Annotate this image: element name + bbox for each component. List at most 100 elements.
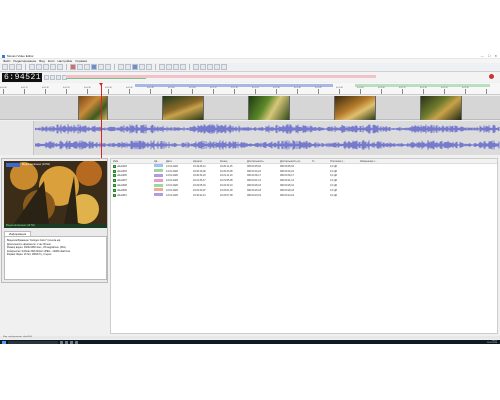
clip-name: ubie0003 — [117, 164, 127, 168]
color-cell — [154, 183, 166, 188]
crop-icon[interactable] — [214, 64, 220, 70]
marker-icon[interactable] — [146, 64, 152, 70]
column-header-duration-2[interactable]: Длительность (в... — [280, 160, 312, 163]
gain-cell: 0,0 дБ — [330, 164, 337, 168]
close-icon[interactable]: ✕ — [494, 54, 497, 58]
video-clip[interactable] — [334, 96, 376, 120]
unlink-icon[interactable] — [207, 64, 213, 70]
column-header-color[interactable]: Цв... — [154, 160, 166, 163]
video-clip[interactable] — [78, 96, 108, 120]
end-cell: 16:23:01,00 — [220, 188, 233, 192]
clip-name: ubie0008 — [117, 184, 127, 188]
play-icon[interactable] — [44, 74, 49, 80]
checkbox-icon[interactable] — [113, 169, 116, 173]
redo-icon[interactable] — [36, 64, 42, 70]
toolbar-divider — [114, 64, 115, 70]
snap-icon[interactable] — [139, 64, 145, 70]
date-cell: 13.01.2020 — [166, 164, 178, 168]
windows-start-icon[interactable] — [2, 340, 6, 344]
color-icon[interactable] — [221, 64, 227, 70]
fit-icon[interactable] — [132, 64, 138, 70]
system-tray: 16:21 13.01.2020 — [487, 340, 500, 344]
checkbox-icon[interactable] — [113, 164, 116, 168]
video-clip[interactable] — [162, 96, 204, 120]
duration-cell: 000:00:26,16 — [247, 184, 261, 188]
menu-settings[interactable]: Настройки — [58, 59, 73, 63]
column-header-duration[interactable]: Длительность — [247, 160, 280, 163]
timeline-ruler[interactable]: 0:00:06 0:00:12 0:00:18 0:00:24 0:00:30 0:00:… — [0, 83, 500, 95]
ruler-ticks — [3, 89, 497, 94]
column-header-l[interactable]: Л... — [312, 160, 330, 163]
rewind-icon[interactable] — [56, 74, 61, 80]
overview-bar[interactable] — [66, 74, 494, 79]
zoom-in-icon[interactable] — [118, 64, 124, 70]
row-name-cell: ubie0007 — [111, 179, 154, 183]
stop-icon[interactable] — [50, 74, 55, 80]
menu-view[interactable]: Вид — [39, 59, 44, 63]
settings-icon[interactable] — [193, 64, 199, 70]
minimize-icon[interactable]: — — [481, 54, 484, 58]
checkbox-icon[interactable] — [113, 179, 116, 183]
export-icon[interactable] — [173, 64, 179, 70]
waveform-path — [35, 140, 500, 150]
zoom-out-icon[interactable] — [125, 64, 131, 70]
taskbar-app-icon[interactable] — [65, 340, 68, 344]
save-icon[interactable] — [16, 64, 22, 70]
undo-icon[interactable] — [29, 64, 35, 70]
menu-edit[interactable]: Редактирование — [13, 59, 36, 63]
maximize-icon[interactable]: ☐ — [488, 54, 491, 58]
video-clip[interactable] — [248, 96, 290, 120]
taskbar-app-icon[interactable] — [60, 340, 63, 344]
start-cell: 16:20:16,06 — [193, 169, 206, 173]
video-clip[interactable] — [420, 96, 462, 120]
split-icon[interactable] — [77, 64, 83, 70]
transport-bar: 6:94521 — [0, 72, 500, 82]
audio-tracks[interactable] — [0, 121, 500, 155]
checkbox-icon[interactable] — [113, 184, 116, 188]
column-header-end[interactable]: Конец — [220, 160, 247, 163]
color-swatch — [154, 173, 163, 177]
new-project-icon[interactable] — [2, 64, 8, 70]
menu-file[interactable]: Файл — [3, 59, 10, 63]
menu-clip[interactable]: Клип — [48, 59, 55, 63]
taskbar-app-icon[interactable] — [75, 340, 78, 344]
column-header-name[interactable]: Имя — [111, 160, 154, 163]
copy-icon[interactable] — [50, 64, 56, 70]
menu-help[interactable]: Справка — [75, 59, 87, 63]
checkbox-icon[interactable] — [113, 193, 116, 197]
checkbox-icon[interactable] — [113, 174, 116, 178]
audio-icon[interactable] — [159, 64, 165, 70]
transition-icon[interactable] — [98, 64, 104, 70]
mixer-icon[interactable] — [166, 64, 172, 70]
duration-cell: 000:00:36,17 — [247, 174, 261, 178]
video-track[interactable] — [0, 96, 500, 120]
taskbar-search[interactable] — [8, 340, 58, 344]
column-header-gain[interactable]: Усиление (... — [330, 160, 360, 163]
effects-icon[interactable] — [91, 64, 97, 70]
taskbar: 16:21 13.01.2020 — [0, 340, 500, 344]
taskbar-app-icon[interactable] — [70, 340, 73, 344]
render-icon[interactable] — [180, 64, 186, 70]
end-cell: 16:21:55,05 — [220, 179, 233, 183]
checkbox-icon[interactable] — [113, 188, 116, 192]
waveform-path — [35, 124, 500, 134]
column-header-date[interactable]: Дата — [166, 160, 193, 163]
paste-icon[interactable] — [57, 64, 63, 70]
duration-cell: 000:00:16,24 — [247, 169, 261, 173]
clip-name: ubie0004 — [117, 169, 127, 173]
column-header-change[interactable]: Изменение г... — [360, 160, 390, 163]
title-icon[interactable] — [105, 64, 111, 70]
column-header-start[interactable]: Начало — [193, 160, 220, 163]
trim-icon[interactable] — [84, 64, 90, 70]
end-cell: 16:21:11,10 — [220, 174, 233, 178]
record-icon[interactable] — [70, 64, 76, 70]
video-preview[interactable]: Видео включено (14:52) — [4, 161, 107, 224]
cut-icon[interactable] — [43, 64, 49, 70]
open-icon[interactable] — [9, 64, 15, 70]
link-icon[interactable] — [200, 64, 206, 70]
toolbar-divider — [25, 64, 26, 70]
duration-cell: 000:00:24,19 — [247, 193, 261, 197]
toolbar-divider — [189, 64, 190, 70]
color-swatch — [154, 164, 163, 168]
table-row[interactable]: ubie0010 13.01.2020 16:16:42,13 16:22:07,09… — [111, 193, 497, 198]
